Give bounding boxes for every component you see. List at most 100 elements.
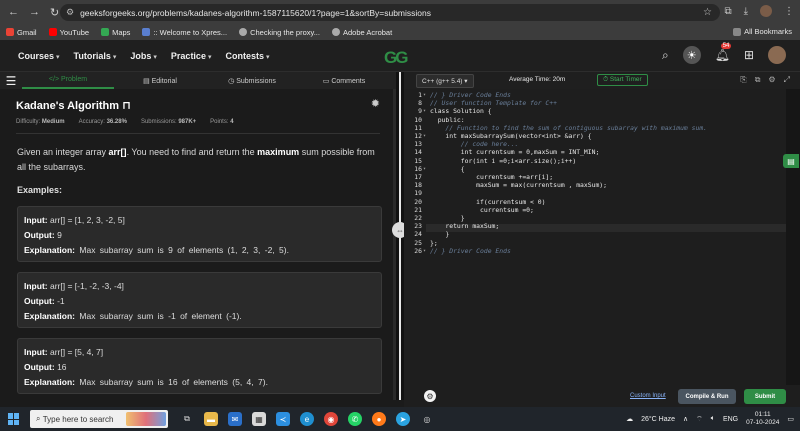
fold-icon[interactable]: ▾ [423, 165, 426, 173]
profile-avatar[interactable] [760, 5, 772, 17]
translate-icon[interactable]: ⊞ [744, 48, 754, 62]
bookmark-star-icon[interactable]: ☆ [703, 7, 712, 18]
weather-text[interactable]: 26°C Haze [641, 416, 675, 423]
menu-courses[interactable]: Courses ▾ [18, 51, 60, 61]
notifications-icon[interactable]: ▭ [787, 415, 794, 423]
tab-editorial[interactable]: ▤ Editorial [114, 77, 206, 85]
code-line[interactable]: int maxSubarraySum(vector<int> &arr) { [430, 132, 591, 140]
settings-icon[interactable]: ⚙ [768, 75, 775, 85]
all-bookmarks[interactable]: All Bookmarks [733, 27, 792, 36]
store-icon[interactable]: ▦ [252, 412, 266, 426]
code-line[interactable]: public: [430, 116, 465, 124]
code-line[interactable]: }; [430, 239, 438, 247]
editor-scrollbar[interactable] [786, 89, 800, 385]
weather-icon[interactable]: ☁ [626, 415, 633, 423]
settings-gear-icon[interactable]: ⚙ [424, 390, 436, 402]
site-info-icon[interactable]: ⚙ [66, 7, 74, 18]
edge-icon[interactable]: e [300, 412, 314, 426]
reset-icon[interactable]: ⎘ [740, 75, 746, 85]
media-player-icon[interactable]: ◎ [420, 412, 434, 426]
firefox-icon[interactable]: ● [372, 412, 386, 426]
start-timer-button[interactable]: ⏱ Start Timer [597, 74, 648, 86]
code-line[interactable]: if(currentsum < 0) [430, 198, 545, 206]
vscode-icon[interactable]: ≺ [276, 412, 290, 426]
copy-icon[interactable]: ⧉ [755, 75, 761, 85]
code-line[interactable]: return maxSum; [430, 222, 499, 230]
menu-tutorials[interactable]: Tutorials ▾ [74, 51, 117, 61]
bookmark-icon[interactable]: ⊓ [122, 100, 131, 112]
bookmark-proxy[interactable]: Checking the proxy... [239, 28, 320, 37]
whatsapp-icon[interactable]: ✆ [348, 412, 362, 426]
code-line[interactable]: } [430, 230, 449, 238]
back-icon[interactable]: ← [8, 6, 19, 19]
line-number: 21 [414, 205, 422, 214]
custom-input-link[interactable]: Custom Input [630, 393, 666, 399]
code-line[interactable]: for(int i =0;i<arr.size();i++) [430, 157, 576, 165]
url-text[interactable]: geeksforgeeks.org/problems/kadanes-algor… [80, 8, 431, 18]
bookmark-gmail[interactable]: Gmail [6, 28, 37, 37]
bookmark-maps[interactable]: Maps [101, 28, 130, 37]
reload-icon[interactable]: ↻ [50, 6, 59, 19]
line-number: 16 [414, 164, 422, 173]
fold-icon[interactable]: ▾ [423, 91, 426, 99]
bookmark-adobe[interactable]: Adobe Acrobat [331, 28, 392, 37]
extensions-icon[interactable]: ⧉ [724, 6, 731, 17]
theme-toggle-icon[interactable]: ☀ [682, 46, 701, 64]
code-line[interactable]: maxSum = max(currentsum , maxSum); [430, 181, 607, 189]
bookmark-youtube[interactable]: YouTube [48, 28, 89, 37]
fullscreen-icon[interactable]: ⤢ [784, 75, 790, 85]
code-line[interactable]: currentsum +=arr[i]; [430, 173, 553, 181]
more-menu-icon[interactable]: ⋮ [784, 6, 794, 17]
bookmark-xpres[interactable]: :: Welcome to Xpres... [142, 28, 227, 37]
hamburger-menu-icon[interactable]: ☰ [0, 74, 22, 88]
code-line[interactable]: // User function Template for C++ [430, 99, 557, 107]
user-avatar[interactable] [768, 46, 786, 64]
language-indicator[interactable]: ENG [723, 416, 738, 423]
fold-icon[interactable]: ▾ [423, 132, 426, 140]
chrome-icon[interactable]: ◉ [324, 412, 338, 426]
code-line[interactable]: // } Driver Code Ends [430, 247, 511, 255]
network-icon[interactable]: ⌔ [696, 415, 703, 424]
chevron-down-icon: ▾ [207, 53, 212, 61]
code-line[interactable]: // } Driver Code Ends [430, 91, 511, 99]
fold-icon[interactable]: ▾ [423, 247, 426, 255]
code-line[interactable]: } [430, 214, 465, 222]
example-explanation: Max subarray sum is 9 of elements (1, 2,… [79, 245, 289, 255]
code-line[interactable]: // code here... [430, 140, 519, 148]
chat-icon[interactable]: ▤ [783, 154, 799, 168]
task-view-icon[interactable]: ⧉ [180, 412, 194, 426]
menu-practice[interactable]: Practice ▾ [171, 51, 212, 61]
fold-icon[interactable]: ▾ [423, 107, 426, 115]
outlook-icon[interactable]: ✉ [228, 412, 242, 426]
menu-contests[interactable]: Contests ▾ [225, 51, 269, 61]
code-line[interactable]: class Solution { [430, 107, 492, 115]
windows-start-icon[interactable] [8, 413, 20, 425]
menu-jobs[interactable]: Jobs ▾ [130, 51, 157, 61]
tab-problem[interactable]: </> Problem [22, 72, 114, 89]
clock[interactable]: 01:11 07-10-2024 [746, 411, 779, 427]
tab-comments[interactable]: ▭ Comments [298, 77, 390, 85]
language-select[interactable]: C++ (g++ 5.4) ▾ [416, 73, 474, 88]
code-line[interactable]: // Function to find the sum of contiguou… [430, 124, 707, 132]
submit-button[interactable]: Submit [744, 389, 786, 404]
report-bug-icon[interactable]: ✹ [371, 97, 380, 110]
code-line[interactable]: int currentsum = 0,maxSum = INT_MIN; [430, 148, 600, 156]
gfg-logo[interactable]: GG [384, 48, 408, 68]
accuracy-value: 36.28% [106, 119, 127, 125]
tray-chevron-icon[interactable]: ∧ [683, 415, 688, 423]
volume-icon[interactable]: 🔈︎ [711, 415, 715, 423]
code-line[interactable]: currentsum =0; [430, 206, 534, 214]
taskbar-search[interactable]: ⌕ Type here to search [30, 410, 168, 428]
panel-splitter[interactable]: ⇔ [392, 72, 408, 400]
search-icon[interactable]: ⌕ [662, 48, 669, 63]
download-icon[interactable]: ⤓ [744, 6, 748, 17]
tab-submissions[interactable]: ◷ Submissions [206, 77, 298, 85]
telegram-icon[interactable]: ➤ [396, 412, 410, 426]
address-bar[interactable]: ⚙ geeksforgeeks.org/problems/kadanes-alg… [60, 4, 720, 21]
forward-icon[interactable]: → [29, 6, 40, 19]
code-line[interactable]: { [430, 165, 465, 173]
compile-run-button[interactable]: Compile & Run [678, 389, 736, 404]
file-explorer-icon[interactable]: ▬ [204, 412, 218, 426]
code-editor[interactable]: 1 ▾// } Driver Code Ends 8// User function… [404, 89, 786, 385]
notification-bell-icon[interactable]: 🔔︎ 54 [715, 43, 732, 62]
